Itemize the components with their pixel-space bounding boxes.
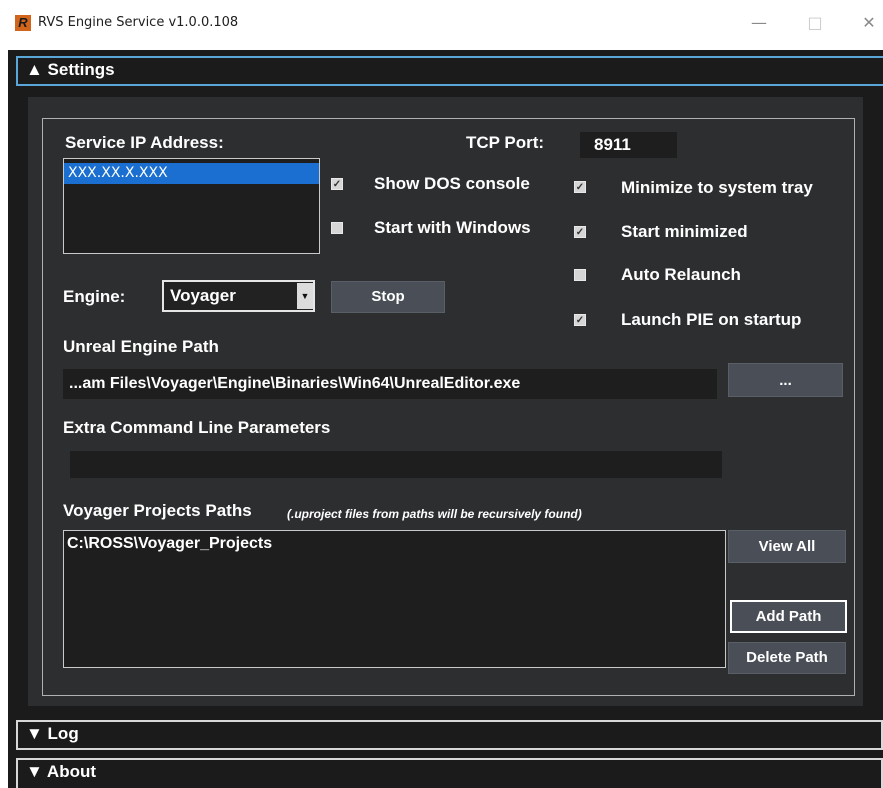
tcp-port-field[interactable]: 8911: [580, 132, 677, 158]
minimize-button[interactable]: —: [747, 12, 771, 34]
extra-params-label: Extra Command Line Parameters: [63, 418, 331, 437]
projects-paths-note: (.uproject files from paths will be recu…: [287, 507, 582, 521]
about-section-header[interactable]: ▼ About: [16, 758, 883, 788]
settings-section-header[interactable]: ▲ Settings: [16, 56, 883, 86]
minimize-to-tray-checkbox[interactable]: ✓: [574, 181, 586, 193]
auto-relaunch-checkbox[interactable]: [574, 269, 586, 281]
service-ip-label: Service IP Address:: [65, 133, 224, 152]
chevron-down-icon[interactable]: ▼: [297, 283, 313, 309]
unreal-engine-path-label: Unreal Engine Path: [63, 337, 219, 356]
maximize-button[interactable]: □: [803, 12, 827, 34]
auto-relaunch-label: Auto Relaunch: [621, 265, 741, 284]
app-logo-icon: R: [15, 15, 31, 31]
launch-pie-checkbox[interactable]: ✓: [574, 314, 586, 326]
delete-path-button[interactable]: Delete Path: [728, 642, 846, 674]
stop-button[interactable]: Stop: [331, 281, 445, 313]
project-path-item[interactable]: C:\ROSS\Voyager_Projects: [67, 533, 272, 555]
launch-pie-label: Launch PIE on startup: [621, 310, 802, 329]
minimize-to-tray-label: Minimize to system tray: [621, 178, 813, 197]
tcp-port-label: TCP Port:: [466, 133, 545, 152]
add-path-button[interactable]: Add Path: [730, 600, 847, 633]
browse-button[interactable]: ...: [728, 363, 843, 397]
engine-label: Engine:: [63, 287, 126, 306]
start-with-windows-checkbox[interactable]: [331, 222, 343, 234]
show-dos-console-label: Show DOS console: [374, 174, 530, 193]
log-section-header[interactable]: ▼ Log: [16, 720, 883, 750]
extra-params-input[interactable]: [70, 451, 722, 478]
start-with-windows-label: Start with Windows: [374, 218, 531, 237]
projects-paths-label: Voyager Projects Paths: [63, 501, 252, 520]
ip-address-item[interactable]: XXX.XX.X.XXX: [64, 163, 319, 184]
start-minimized-checkbox[interactable]: ✓: [574, 226, 586, 238]
engine-dropdown[interactable]: Voyager: [162, 280, 315, 312]
unreal-engine-path-field[interactable]: ...am Files\Voyager\Engine\Binaries\Win6…: [63, 369, 717, 399]
start-minimized-label: Start minimized: [621, 222, 748, 241]
close-button[interactable]: ✕: [857, 12, 881, 34]
window-title: RVS Engine Service v1.0.0.108: [38, 15, 239, 30]
show-dos-console-checkbox[interactable]: ✓: [331, 178, 343, 190]
view-all-button[interactable]: View All: [728, 530, 846, 563]
